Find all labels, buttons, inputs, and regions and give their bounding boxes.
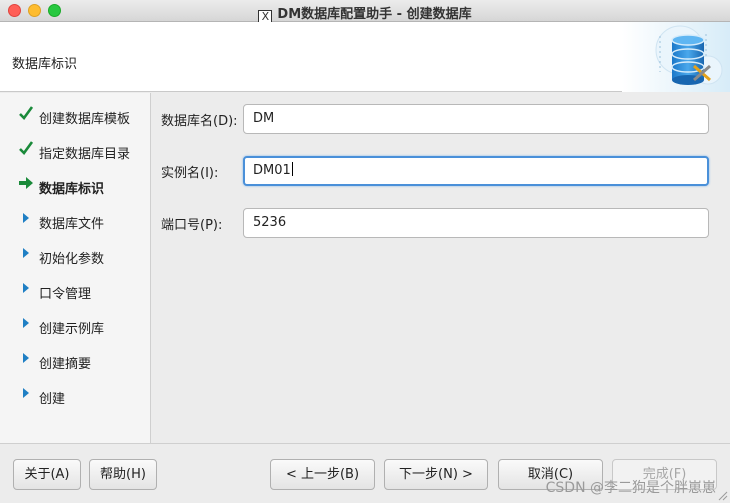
triangle-right-icon xyxy=(23,318,29,328)
about-button[interactable]: 关于(A) xyxy=(13,459,81,490)
port-value: 5236 xyxy=(253,215,287,230)
prev-button[interactable]: < 上一步(B) xyxy=(270,459,375,490)
db-name-input[interactable]: DM xyxy=(243,104,709,134)
instance-name-value: DM01 xyxy=(253,163,291,178)
check-icon xyxy=(19,141,34,155)
step-label: 创建摘要 xyxy=(39,357,92,372)
step-summary: 创建摘要 xyxy=(0,341,151,376)
text-caret xyxy=(291,162,293,176)
step-db-files: 数据库文件 xyxy=(0,201,151,236)
csdn-watermark: CSDN @李二狗是个胖崽崽 xyxy=(545,480,716,496)
step-sample-db: 创建示例库 xyxy=(0,306,151,341)
step-db-identity: 数据库标识 xyxy=(0,166,151,201)
triangle-right-icon xyxy=(23,353,29,363)
step-label: 数据库文件 xyxy=(39,217,105,232)
check-icon xyxy=(19,106,34,120)
step-label: 数据库标识 xyxy=(39,182,105,197)
page-title: 数据库标识 xyxy=(12,57,78,72)
triangle-right-icon xyxy=(23,213,29,223)
triangle-right-icon xyxy=(23,283,29,293)
triangle-right-icon xyxy=(23,388,29,398)
next-button[interactable]: 下一步(N) > xyxy=(384,459,488,490)
window-title-wrap: X DM数据库配置助手 - 创建数据库 xyxy=(0,3,730,24)
step-label: 口令管理 xyxy=(39,287,92,302)
help-button[interactable]: 帮助(H) xyxy=(89,459,157,490)
step-label: 创建示例库 xyxy=(39,322,105,337)
step-db-directory: 指定数据库目录 xyxy=(0,131,151,166)
title-bar: X DM数据库配置助手 - 创建数据库 xyxy=(0,0,730,24)
step-password: 口令管理 xyxy=(0,271,151,306)
step-label: 初始化参数 xyxy=(39,252,105,267)
resize-grip-icon[interactable] xyxy=(718,491,728,501)
step-init-params: 初始化参数 xyxy=(0,236,151,271)
instance-name-input[interactable]: DM01 xyxy=(243,156,709,186)
db-name-value: DM xyxy=(253,111,275,126)
database-tools-icon xyxy=(622,22,730,92)
triangle-right-icon xyxy=(23,248,29,258)
step-label: 创建 xyxy=(39,392,66,407)
window-title: DM数据库配置助手 - 创建数据库 xyxy=(277,7,472,22)
button-bar: 关于(A) 帮助(H) < 上一步(B) 下一步(N) > 取消(C) 完成(F… xyxy=(0,443,730,503)
steps-sidebar: 创建数据库模板 指定数据库目录 数据库标识 数据库文件 初始化参数 口令管理 创… xyxy=(0,93,151,443)
db-name-label: 数据库名(D): xyxy=(161,114,238,129)
step-label: 指定数据库目录 xyxy=(39,147,131,162)
wizard-header: 数据库标识 xyxy=(0,22,730,92)
step-create: 创建 xyxy=(0,376,151,411)
step-label: 创建数据库模板 xyxy=(39,112,131,127)
port-input[interactable]: 5236 xyxy=(243,208,709,238)
arrow-right-icon xyxy=(19,177,33,189)
instance-name-label: 实例名(I): xyxy=(161,166,219,181)
form-panel: 数据库名(D): DM 实例名(I): DM01 端口号(P): 5236 xyxy=(152,93,730,443)
step-create-template: 创建数据库模板 xyxy=(0,96,151,131)
port-label: 端口号(P): xyxy=(161,218,223,233)
